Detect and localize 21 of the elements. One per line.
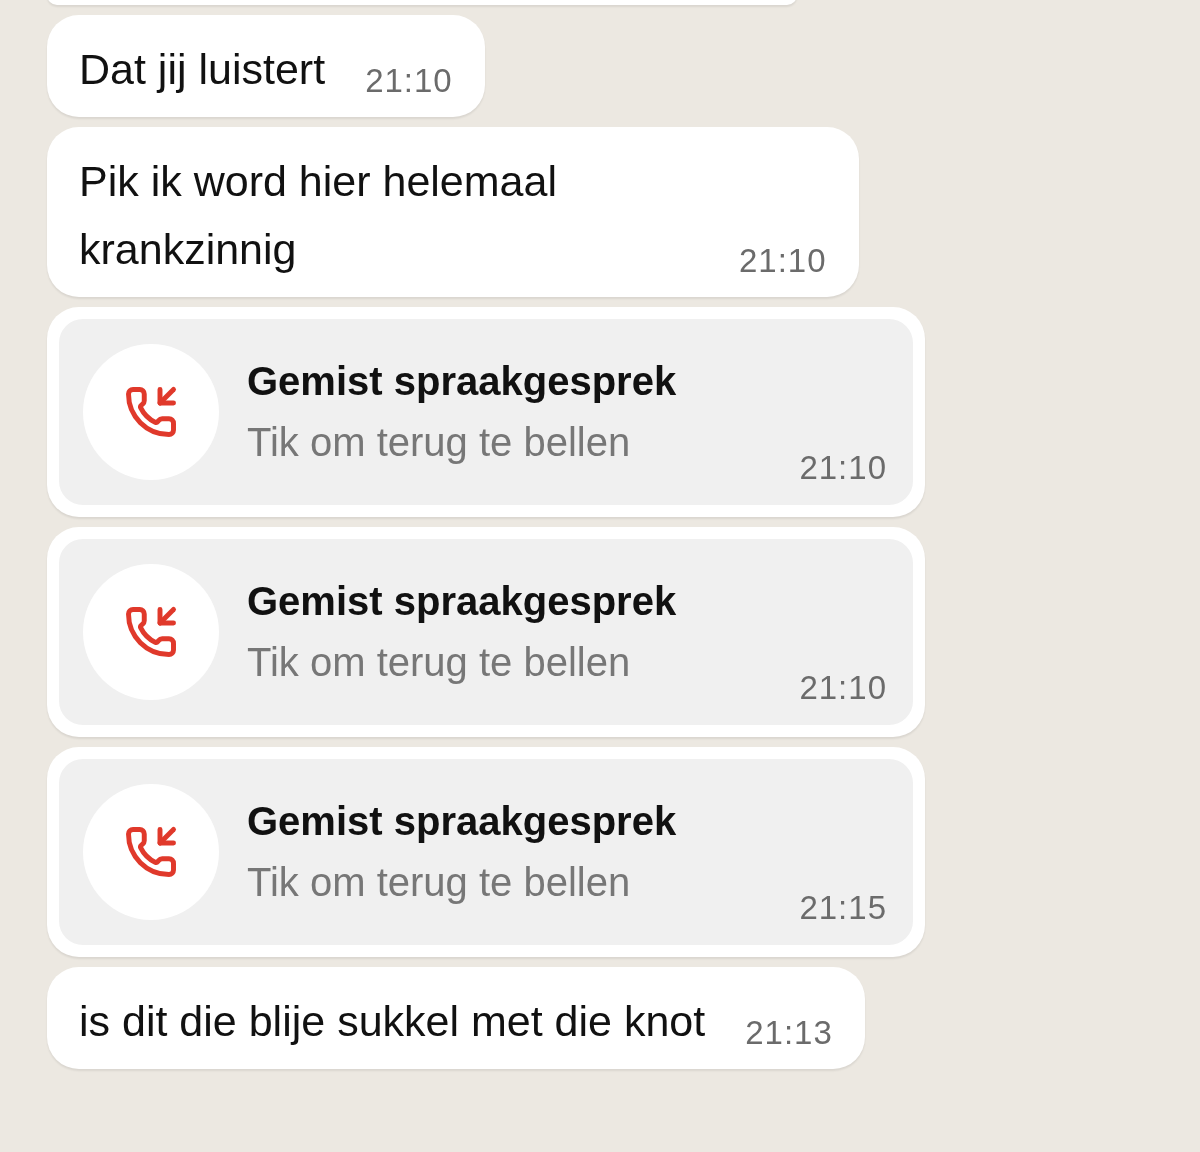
phone-arrow-icon bbox=[124, 825, 178, 879]
message-text: Dat jij luistert bbox=[79, 44, 326, 95]
call-title: Gemist spraakgesprek bbox=[247, 358, 678, 405]
message-text: is dit die blije sukkel met die knot bbox=[79, 996, 706, 1047]
message-time: 21:10 bbox=[799, 669, 887, 707]
phone-arrow-icon bbox=[124, 605, 178, 659]
message-time: 21:10 bbox=[365, 61, 453, 101]
call-subtitle: Tik om terug te bellen bbox=[247, 419, 632, 466]
message-time: 21:13 bbox=[745, 1013, 833, 1053]
message-text: Pik ik word hier helemaal krankzinnig bbox=[79, 156, 558, 275]
call-subtitle: Tik om terug te bellen bbox=[247, 639, 632, 686]
call-title: Gemist spraakgesprek bbox=[247, 578, 678, 625]
phone-arrow-icon bbox=[124, 385, 178, 439]
call-card[interactable]: Gemist spraakgesprek Tik om terug te bellen 21:15 bbox=[47, 747, 925, 957]
call-card[interactable]: Gemist spraakgesprek Tik om terug te bellen 21:10 bbox=[47, 307, 925, 517]
call-subtitle: Tik om terug te bellen bbox=[247, 859, 632, 906]
message-time: 21:10 bbox=[739, 241, 827, 281]
call-card[interactable]: Gemist spraakgesprek Tik om terug te bellen 21:10 bbox=[47, 527, 925, 737]
call-title: Gemist spraakgesprek bbox=[247, 798, 678, 845]
message-time: 21:15 bbox=[799, 889, 887, 927]
message-time: 21:10 bbox=[799, 449, 887, 487]
